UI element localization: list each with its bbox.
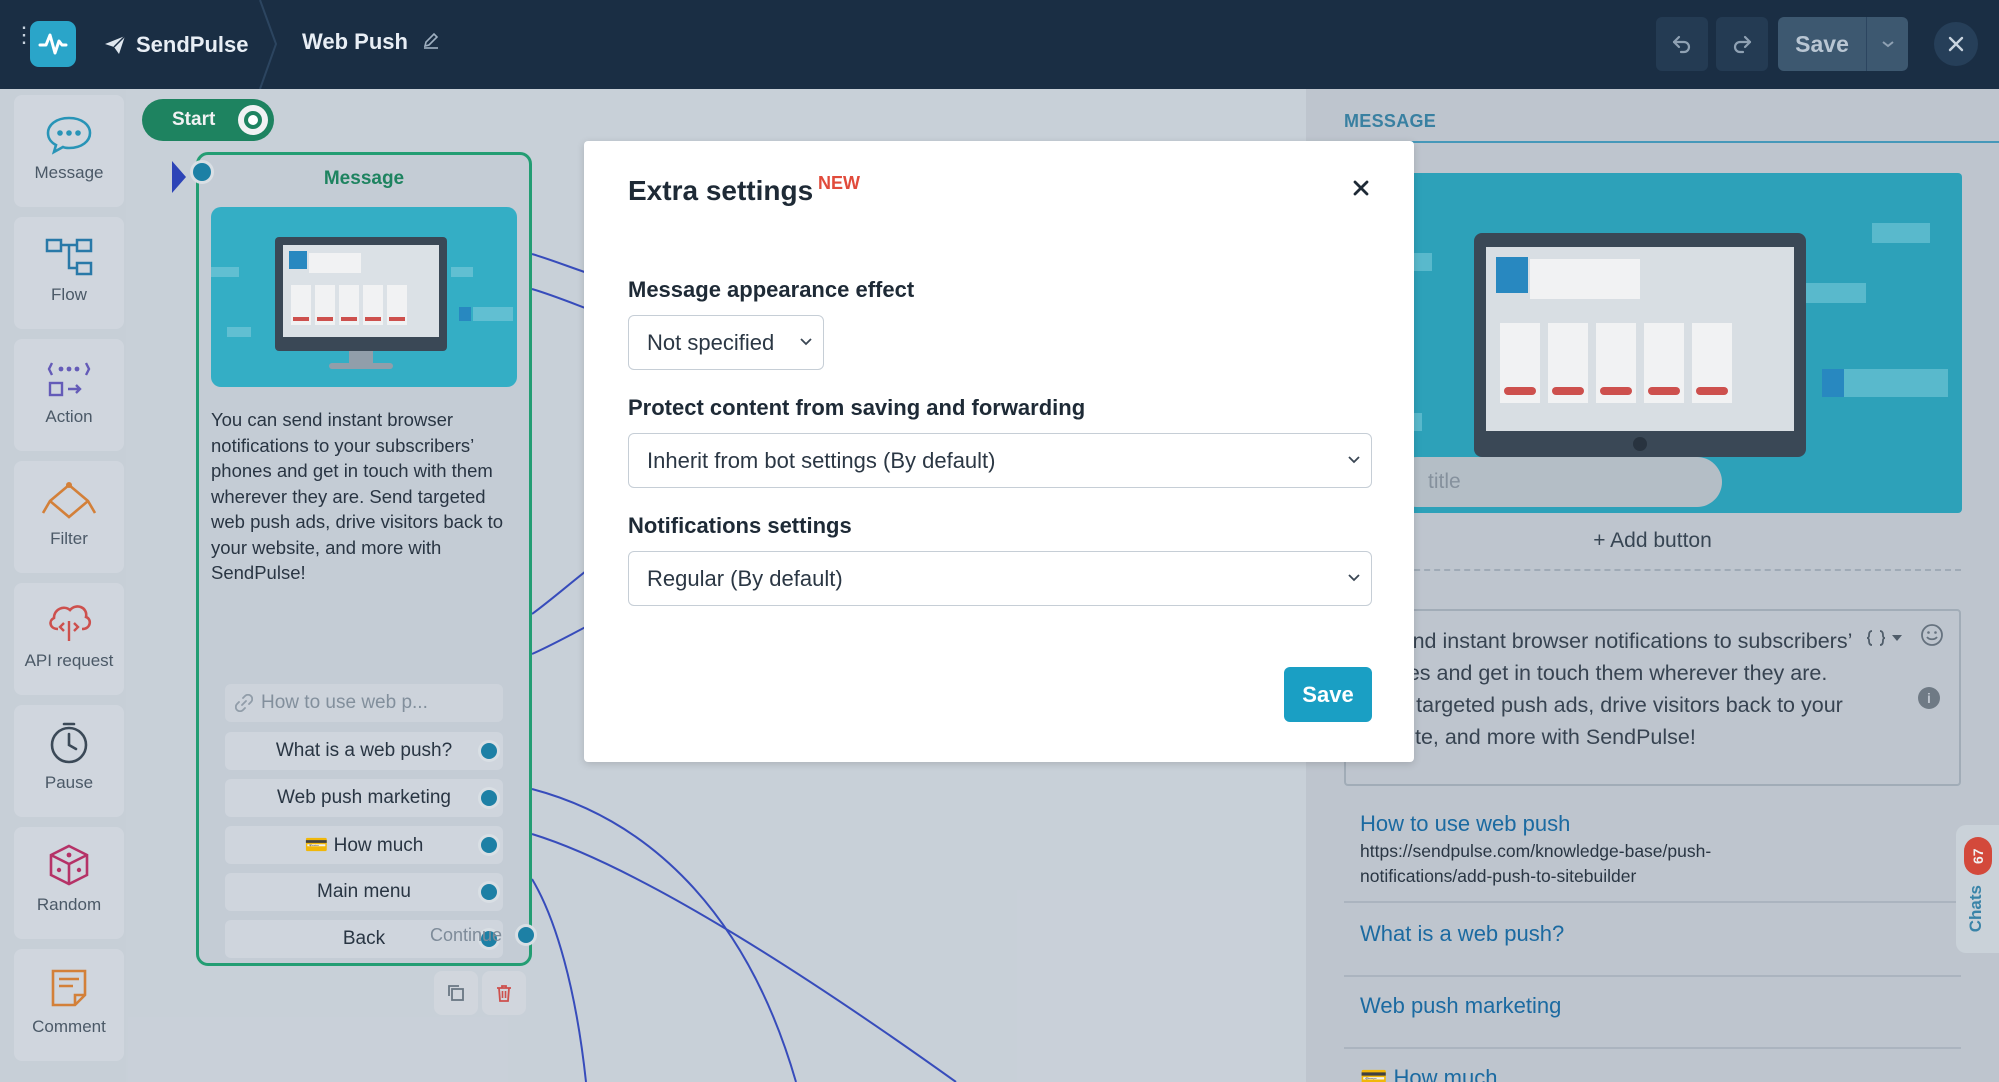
undo-button[interactable] — [1656, 17, 1708, 71]
brand-link[interactable]: SendPulse — [104, 30, 248, 60]
page-title[interactable]: Web Push — [302, 29, 440, 55]
top-save-button[interactable]: Save — [1778, 17, 1908, 71]
chevron-down-icon — [1348, 456, 1360, 464]
protect-content-label: Protect content from saving and forwardi… — [628, 395, 1086, 420]
chevron-down-icon — [800, 338, 812, 346]
brand-name: SendPulse — [136, 32, 249, 57]
more-menu-icon[interactable]: ⋮ — [13, 24, 35, 46]
notifications-settings-label: Notifications settings — [628, 513, 852, 538]
notifications-settings-value: Regular (By default) — [647, 565, 843, 591]
modal-save-button[interactable]: Save — [1284, 667, 1372, 722]
chevron-down-icon — [1348, 574, 1360, 582]
close-icon — [1353, 180, 1369, 196]
notifications-settings-select[interactable]: Regular (By default) — [628, 551, 1372, 606]
modal-close-button[interactable] — [1346, 173, 1376, 203]
undo-icon — [1672, 35, 1691, 54]
appearance-effect-label: Message appearance effect — [628, 277, 915, 302]
top-save-label: Save — [1795, 30, 1849, 57]
paper-plane-icon — [105, 35, 126, 54]
breadcrumb-separator — [259, 0, 278, 89]
protect-content-value: Inherit from bot settings (By default) — [647, 447, 996, 473]
app-logo[interactable] — [30, 21, 76, 67]
extra-settings-modal: Extra settings NEW Message appearance ef… — [584, 141, 1414, 762]
close-editor-button[interactable] — [1934, 22, 1978, 66]
appearance-effect-value: Not specified — [647, 329, 775, 355]
redo-icon — [1733, 35, 1752, 54]
top-bar: ⋮ SendPulse Web Push Save — [0, 0, 1999, 89]
modal-title: Extra settings — [628, 175, 814, 206]
redo-button[interactable] — [1716, 17, 1768, 71]
chevron-down-icon[interactable] — [1867, 40, 1908, 48]
close-icon — [1948, 36, 1964, 52]
pencil-icon[interactable] — [422, 29, 440, 55]
appearance-effect-select[interactable]: Not specified — [628, 315, 824, 370]
page-title-text: Web Push — [302, 29, 408, 54]
pulse-icon — [38, 33, 68, 55]
protect-content-select[interactable]: Inherit from bot settings (By default) — [628, 433, 1372, 488]
new-badge: NEW — [818, 173, 860, 193]
